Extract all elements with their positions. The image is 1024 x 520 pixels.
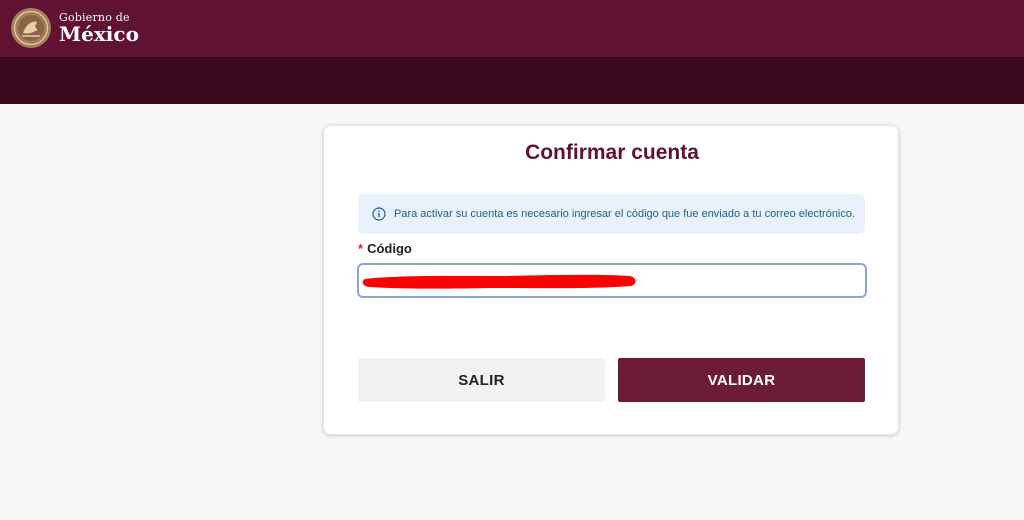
validate-button[interactable]: VALIDAR — [618, 358, 865, 402]
code-field-label-text: Código — [367, 241, 412, 256]
sub-header-bar — [0, 57, 1024, 104]
exit-button[interactable]: SALIR — [358, 358, 605, 402]
page-title: Confirmar cuenta — [525, 141, 699, 164]
required-mark: * — [358, 241, 364, 256]
top-header-bar: Gobierno de México — [0, 0, 1024, 57]
seal-icon — [11, 8, 51, 48]
info-alert: Para activar su cuenta es necesario ingr… — [358, 194, 865, 234]
code-field-label: * Código — [358, 241, 412, 256]
redaction-mark — [362, 274, 636, 289]
gobierno-logo[interactable]: Gobierno de México — [10, 7, 139, 49]
logo-line-mexico: México — [59, 22, 139, 46]
confirm-account-card: Confirmar cuenta Para activar su cuenta … — [323, 125, 899, 435]
logo-text: Gobierno de México — [59, 12, 139, 44]
info-icon — [372, 207, 386, 221]
info-alert-text: Para activar su cuenta es necesario ingr… — [394, 208, 856, 220]
